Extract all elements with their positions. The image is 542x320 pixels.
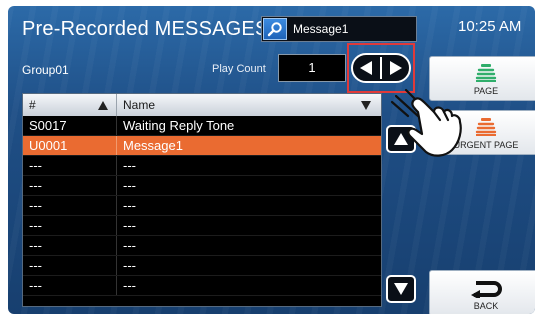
table-header: # Name [23, 94, 381, 116]
cell-name: --- [123, 178, 136, 193]
cell-number: --- [23, 256, 117, 275]
table-scrollbar [384, 93, 418, 307]
cell-number: U0001 [23, 136, 117, 155]
cell-name: --- [123, 258, 136, 273]
scroll-down-button[interactable] [386, 275, 416, 303]
triangle-down-icon [394, 283, 408, 295]
group-label: Group01 [22, 63, 69, 77]
cell-number: --- [23, 196, 117, 215]
search-value: Message1 [293, 22, 349, 36]
cell-number: --- [23, 176, 117, 195]
prev-next-control [351, 53, 411, 83]
cell-number: S0017 [23, 116, 117, 135]
clock: 10:25 AM [458, 18, 522, 35]
cell-number: --- [23, 276, 117, 295]
back-button-label: BACK [473, 301, 499, 311]
scroll-up-button[interactable] [386, 125, 416, 153]
cell-name: Message1 [123, 138, 183, 153]
cell-name: --- [123, 218, 136, 233]
nav-divider [379, 57, 382, 79]
page-button-label: PAGE [473, 86, 499, 96]
table-body: S0017 Waiting Reply Tone U0001 Message1 --- -… [23, 116, 381, 296]
table-row[interactable]: --- --- [23, 216, 381, 236]
page-title: Pre-Recorded MESSAGES [22, 18, 269, 40]
table-row[interactable]: --- --- [23, 236, 381, 256]
table-row[interactable]: --- --- [23, 276, 381, 296]
cell-name: --- [123, 278, 136, 293]
urgent-page-button-label: URGENT PAGE [453, 140, 519, 150]
prev-next-highlight [347, 43, 415, 93]
column-header-name[interactable]: Name [117, 94, 381, 116]
urgent-page-speaker-icon [475, 118, 497, 136]
cell-name: Waiting Reply Tone [123, 118, 235, 133]
triangle-up-icon [394, 133, 408, 145]
message-table: # Name S0017 Waiting Reply Tone U0001 Messa… [22, 93, 382, 307]
page-speaker-icon [475, 64, 497, 82]
page-button[interactable]: PAGE [429, 56, 535, 101]
cell-number: --- [23, 156, 117, 175]
sort-descending-icon [361, 100, 371, 110]
cell-number: --- [23, 216, 117, 235]
table-row[interactable]: --- --- [23, 156, 381, 176]
cell-name: --- [123, 158, 136, 173]
previous-button[interactable] [355, 56, 377, 80]
column-header-number[interactable]: # [23, 94, 117, 116]
table-row[interactable]: U0001 Message1 [23, 136, 381, 156]
back-button[interactable]: BACK [429, 270, 535, 314]
cell-number: --- [23, 236, 117, 255]
sort-ascending-icon [98, 100, 108, 110]
back-arrow-icon [471, 281, 502, 298]
triangle-right-icon [390, 61, 403, 75]
search-field[interactable]: Message1 [261, 16, 417, 42]
table-row[interactable]: --- --- [23, 256, 381, 276]
urgent-page-button[interactable]: URGENT PAGE [429, 110, 535, 155]
table-row[interactable]: S0017 Waiting Reply Tone [23, 116, 381, 136]
play-count-field[interactable]: 1 [278, 54, 346, 82]
table-row[interactable]: --- --- [23, 196, 381, 216]
triangle-left-icon [359, 61, 372, 75]
table-row[interactable]: --- --- [23, 176, 381, 196]
cell-name: --- [123, 238, 136, 253]
screen-panel: Pre-Recorded MESSAGES Message1 10:25 AM … [8, 6, 535, 314]
next-button[interactable] [385, 56, 407, 80]
cell-name: --- [123, 198, 136, 213]
search-icon[interactable] [263, 18, 287, 40]
play-count-label: Play Count [212, 63, 266, 75]
